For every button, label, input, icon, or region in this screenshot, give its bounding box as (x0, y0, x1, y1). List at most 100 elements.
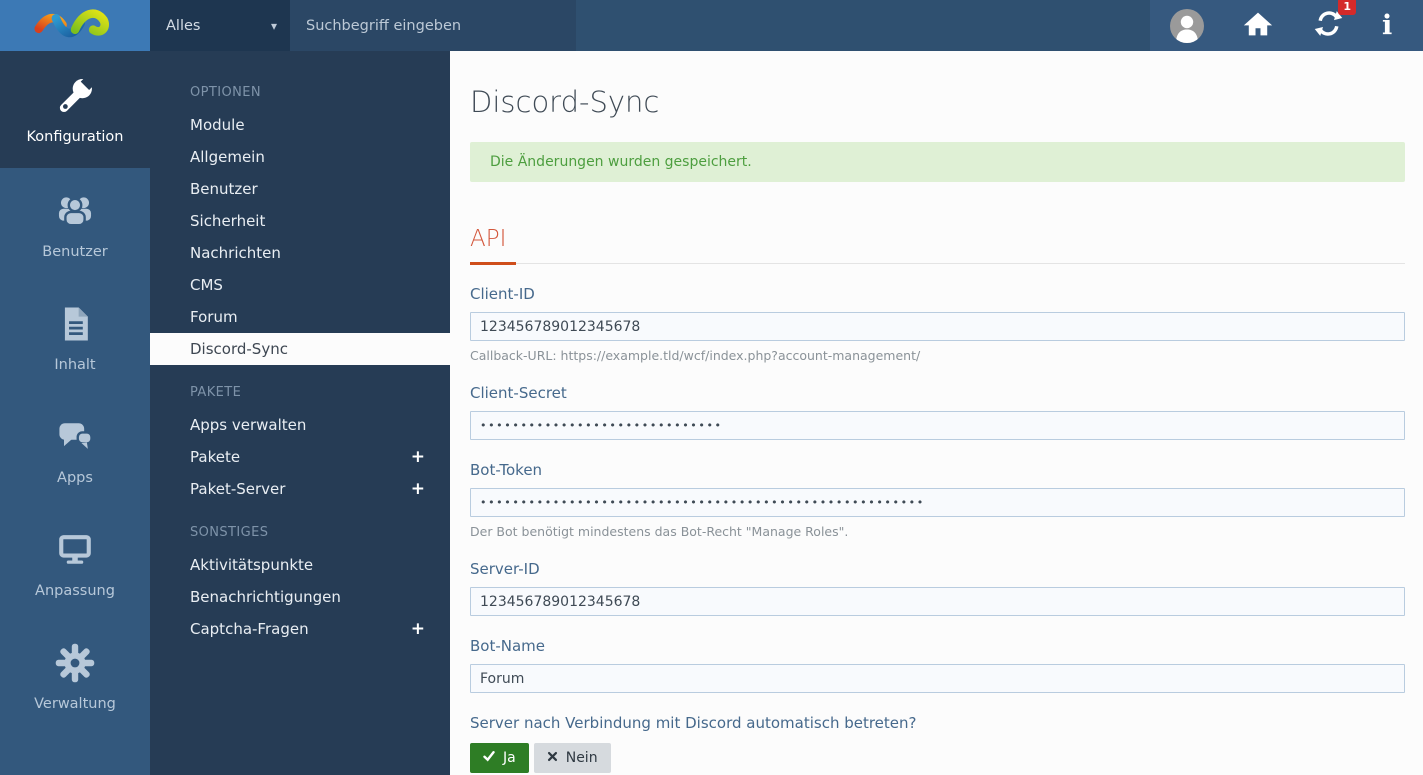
field-auto-join: Server nach Verbindung mit Discord autom… (470, 714, 1405, 775)
woltlab-logo-icon (29, 3, 121, 49)
client-id-input[interactable] (470, 312, 1405, 341)
field-bot-token: Bot-Token Der Bot benötigt mindestens da… (470, 461, 1405, 539)
user-menu-button[interactable] (1170, 8, 1204, 43)
home-button[interactable] (1241, 7, 1275, 45)
acp-window: Alles ▾ Suchbegriff eingeben 1 i Konfigu… (0, 0, 1423, 775)
menu-item-label: Aktivitätspunkte (190, 556, 314, 574)
page-title: Discord-Sync (470, 85, 660, 119)
client-secret-label: Client-Secret (470, 384, 567, 402)
sidebar-item-label: Apps (57, 470, 93, 486)
top-bar-spacer (576, 0, 1150, 51)
menu-item-label: Apps verwalten (190, 416, 307, 434)
wrench-icon (53, 74, 97, 118)
section-title-api: API (470, 226, 1405, 265)
bot-name-label: Bot-Name (470, 637, 546, 655)
plus-icon[interactable]: + (411, 448, 425, 466)
menu-item-label: Benutzer (190, 180, 258, 198)
x-icon (547, 750, 558, 766)
menu-item-label: Module (190, 116, 245, 134)
menu-item-label: Allgemein (190, 148, 265, 166)
yes-button[interactable]: Ja (470, 743, 529, 773)
menu-item-label: Nachrichten (190, 244, 281, 262)
search-input[interactable] (290, 17, 576, 34)
menu-item-label: Paket-Server (190, 480, 286, 498)
field-client-secret: Client-Secret (470, 384, 1405, 440)
no-button[interactable]: Nein (533, 743, 611, 773)
sidebar-item-benutzer[interactable]: Benutzer (0, 168, 150, 281)
menu-item-captcha-fragen[interactable]: Captcha-Fragen + (150, 613, 450, 645)
field-client-id: Client-ID Callback-URL: https://example.… (470, 285, 1405, 363)
client-id-label: Client-ID (470, 285, 535, 303)
menu-item-cms[interactable]: CMS (150, 269, 450, 301)
bot-token-help: Der Bot benötigt mindestens das Bot-Rech… (470, 524, 849, 539)
menu-item-forum[interactable]: Forum (150, 301, 450, 333)
sidebar-item-inhalt[interactable]: Inhalt (0, 281, 150, 394)
bot-name-input[interactable] (470, 664, 1405, 693)
top-bar: Alles ▾ Suchbegriff eingeben 1 i (0, 0, 1423, 51)
menu-item-sicherheit[interactable]: Sicherheit (150, 205, 450, 237)
search-box (290, 0, 576, 51)
field-server-id: Server-ID (470, 560, 1405, 616)
menu-item-label: Benachrichtigungen (190, 588, 341, 606)
sidebar-item-konfiguration[interactable]: Konfiguration (0, 51, 150, 168)
yes-button-label: Ja (503, 750, 516, 766)
sidebar-item-label: Konfiguration (26, 129, 124, 145)
menu-section-title: PAKETE (190, 385, 242, 400)
info-button[interactable]: i (1382, 12, 1392, 39)
system-update-button[interactable]: 1 (1312, 0, 1356, 44)
menu-item-paket-server[interactable]: Paket-Server + (150, 473, 450, 505)
server-id-input[interactable] (470, 587, 1405, 616)
notification-badge: 1 (1338, 0, 1356, 15)
menu-item-benachrichtigungen[interactable]: Benachrichtigungen (150, 581, 450, 613)
menu-item-pakete[interactable]: Pakete + (150, 441, 450, 473)
menu-item-aktivitaetspunkte[interactable]: Aktivitätspunkte (150, 549, 450, 581)
comments-icon (53, 415, 97, 459)
sidebar-item-label: Verwaltung (34, 696, 116, 712)
check-icon (483, 750, 495, 766)
sidebar-item-label: Benutzer (42, 244, 108, 260)
bot-token-label: Bot-Token (470, 461, 543, 479)
content-area: Discord-Sync Die Änderungen wurden gespe… (450, 51, 1423, 775)
chevron-down-icon: ▾ (270, 18, 277, 33)
menu-item-benutzer[interactable]: Benutzer (150, 173, 450, 205)
logo-button[interactable] (0, 0, 150, 51)
menu-item-module[interactable]: Module (150, 109, 450, 141)
client-secret-input[interactable] (470, 411, 1405, 440)
server-id-label: Server-ID (470, 560, 540, 578)
menu-item-label: Sicherheit (190, 212, 266, 230)
home-icon (1241, 7, 1275, 45)
users-icon (53, 189, 97, 233)
no-button-label: Nein (565, 750, 598, 766)
sidebar-item-verwaltung[interactable]: Verwaltung (0, 620, 150, 733)
top-bar-actions: 1 i (1150, 0, 1423, 51)
menu-item-apps-verwalten[interactable]: Apps verwalten (150, 409, 450, 441)
info-icon: i (1382, 10, 1393, 41)
search-scope-label: Alles (166, 17, 201, 34)
field-bot-name: Bot-Name (470, 637, 1405, 693)
sidebar-item-label: Anpassung (35, 583, 115, 599)
auto-join-label: Server nach Verbindung mit Discord autom… (470, 714, 917, 732)
options-menu: OPTIONEN Module Allgemein Benutzer Siche… (150, 51, 450, 775)
plus-icon[interactable]: + (411, 620, 425, 638)
menu-item-allgemein[interactable]: Allgemein (150, 141, 450, 173)
menu-item-label: CMS (190, 276, 223, 294)
plus-icon[interactable]: + (411, 480, 425, 498)
success-message: Die Änderungen wurden gespeichert. (470, 142, 1405, 182)
desktop-icon (53, 528, 97, 572)
auto-join-toggle: Ja Nein (470, 743, 1405, 773)
sidebar-item-label: Inhalt (54, 357, 96, 373)
bot-token-input[interactable] (470, 488, 1405, 517)
menu-item-nachrichten[interactable]: Nachrichten (150, 237, 450, 269)
menu-section-title: SONSTIGES (190, 525, 269, 540)
sidebar-item-apps[interactable]: Apps (0, 394, 150, 507)
menu-section-title: OPTIONEN (190, 85, 261, 100)
client-id-help: Callback-URL: https://example.tld/wcf/in… (470, 348, 921, 363)
sidebar-item-anpassung[interactable]: Anpassung (0, 507, 150, 620)
file-icon (53, 302, 97, 346)
search-scope-dropdown[interactable]: Alles ▾ (150, 0, 290, 51)
menu-item-label: Captcha-Fragen (190, 620, 309, 638)
menu-item-label: Discord-Sync (190, 340, 288, 358)
menu-item-label: Forum (190, 308, 238, 326)
gear-icon (53, 641, 97, 685)
menu-item-discord-sync[interactable]: Discord-Sync (150, 333, 450, 365)
